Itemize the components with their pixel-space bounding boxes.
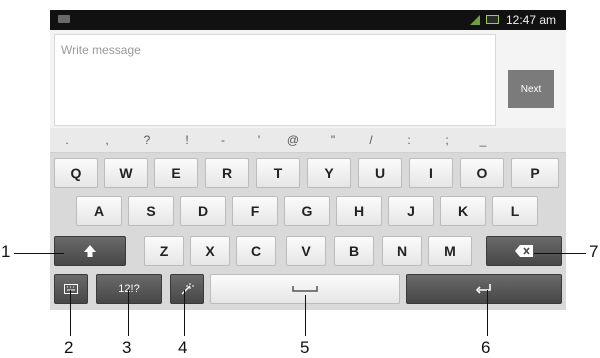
symbol-key[interactable]: ? — [134, 128, 160, 152]
callout-1: 1 — [1, 242, 11, 261]
key-q[interactable]: Q — [54, 158, 98, 188]
symbol-key[interactable]: _ — [470, 128, 496, 152]
notification-icon — [58, 15, 70, 23]
callout-line-5 — [305, 295, 306, 336]
key-z[interactable]: Z — [144, 236, 184, 266]
keyboard-settings-key[interactable] — [54, 274, 88, 304]
callout-3: 3 — [122, 338, 132, 357]
message-composer: Write message Next — [50, 30, 566, 128]
next-button[interactable]: Next — [508, 70, 554, 108]
keyboard: . , ? ! - ' @ " / : ; _ Q W E R T Y U I … — [50, 128, 566, 310]
key-f[interactable]: F — [232, 196, 278, 226]
key-w[interactable]: W — [104, 158, 148, 188]
symbol-key[interactable]: ! — [174, 128, 200, 152]
phone-screen: 12:47 am Write message Next . , ? ! - ' … — [50, 10, 566, 310]
symbol-key[interactable]: ; — [434, 128, 460, 152]
callout-line-4 — [184, 290, 185, 336]
callout-2: 2 — [64, 338, 74, 357]
smiley-key[interactable] — [170, 274, 204, 304]
key-s[interactable]: S — [128, 196, 174, 226]
callout-7: 7 — [589, 242, 599, 261]
symbol-key[interactable]: @ — [280, 128, 306, 152]
key-c[interactable]: C — [236, 236, 276, 266]
callout-line-7 — [534, 253, 586, 254]
key-e[interactable]: E — [154, 158, 198, 188]
callout-5: 5 — [300, 338, 310, 357]
symbol-key[interactable]: ' — [246, 128, 272, 152]
backspace-key[interactable] — [486, 236, 562, 266]
symbol-row: . , ? ! - ' @ " / : ; _ — [50, 128, 566, 153]
callout-line-3 — [128, 290, 129, 336]
keyboard-icon — [64, 284, 78, 294]
return-arrow-icon — [476, 284, 491, 294]
symbol-key[interactable]: : — [396, 128, 422, 152]
symbol-key[interactable]: , — [94, 128, 120, 152]
symbol-key[interactable]: / — [358, 128, 384, 152]
status-bar: 12:47 am — [50, 10, 566, 30]
signal-icon — [470, 15, 480, 25]
key-n[interactable]: N — [382, 236, 422, 266]
status-time: 12:47 am — [506, 13, 557, 27]
key-o[interactable]: O — [460, 158, 504, 188]
shift-key[interactable] — [54, 236, 126, 266]
space-icon — [292, 286, 318, 292]
key-l[interactable]: L — [492, 196, 538, 226]
key-a[interactable]: A — [76, 196, 122, 226]
key-r[interactable]: R — [205, 158, 249, 188]
callout-6: 6 — [481, 338, 491, 357]
callout-line-2 — [70, 290, 71, 336]
shift-arrow-icon — [84, 245, 96, 257]
key-m[interactable]: M — [428, 236, 472, 266]
backspace-icon — [515, 245, 533, 257]
key-h[interactable]: H — [336, 196, 382, 226]
key-u[interactable]: U — [358, 158, 402, 188]
key-y[interactable]: Y — [307, 158, 351, 188]
key-t[interactable]: T — [256, 158, 300, 188]
enter-key[interactable] — [406, 274, 562, 304]
key-p[interactable]: P — [511, 158, 559, 188]
key-k[interactable]: K — [440, 196, 486, 226]
callout-4: 4 — [178, 338, 188, 357]
key-v[interactable]: V — [286, 236, 326, 266]
symbol-key[interactable]: . — [54, 128, 80, 152]
key-i[interactable]: I — [409, 158, 453, 188]
key-b[interactable]: B — [334, 236, 374, 266]
symbol-key[interactable]: - — [210, 128, 236, 152]
key-g[interactable]: G — [284, 196, 330, 226]
symbol-key[interactable]: " — [320, 128, 346, 152]
callout-line-6 — [487, 290, 488, 336]
key-x[interactable]: X — [190, 236, 230, 266]
callout-line-1 — [14, 253, 64, 254]
message-placeholder: Write message — [61, 43, 141, 57]
battery-icon — [486, 15, 499, 24]
key-j[interactable]: J — [388, 196, 434, 226]
wand-icon — [181, 283, 194, 295]
key-d[interactable]: D — [180, 196, 226, 226]
numbers-symbols-key[interactable]: 12!? — [96, 274, 162, 304]
message-input[interactable]: Write message — [54, 34, 496, 126]
